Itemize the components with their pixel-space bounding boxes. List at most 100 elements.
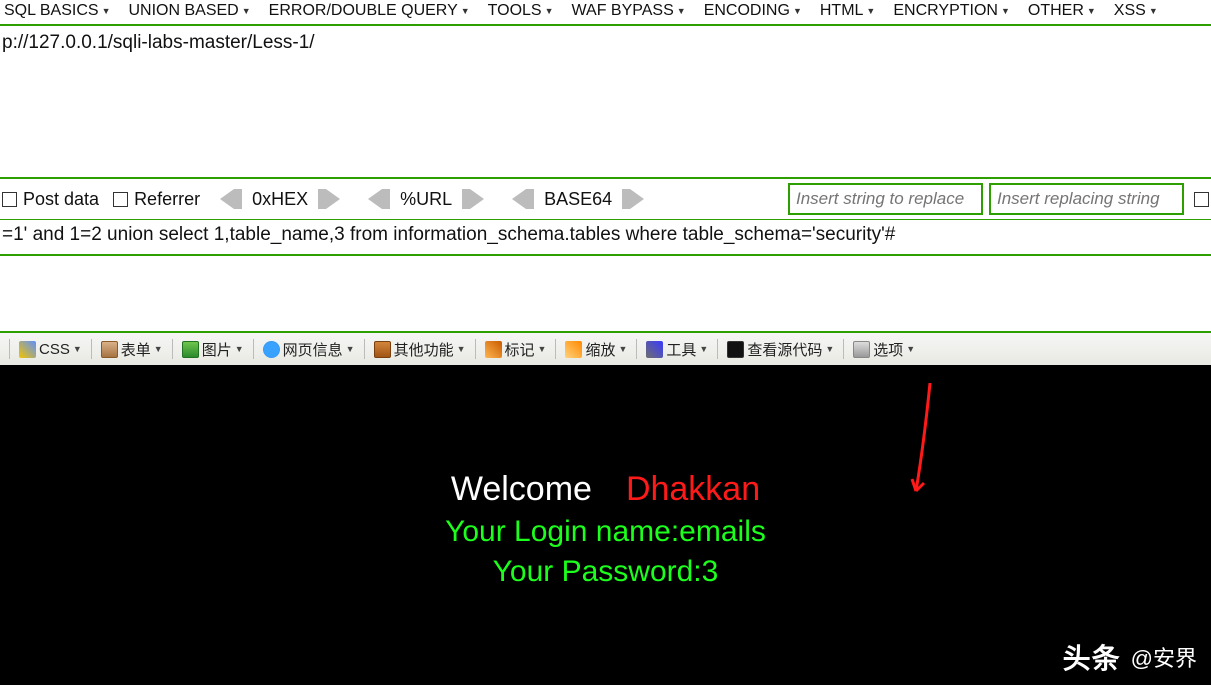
watermark: 头条 @安界 — [1063, 637, 1197, 677]
separator — [9, 339, 10, 359]
menu-html[interactable]: HTML ▼ — [820, 2, 875, 20]
toolbar-label: 缩放 — [585, 339, 615, 360]
chevron-down-icon: ▼ — [1149, 6, 1158, 16]
welcome-text: Welcome — [451, 470, 592, 509]
pencil-icon — [565, 341, 582, 358]
terminal-icon — [727, 341, 744, 358]
password-output: Your Password:3 — [0, 555, 1211, 589]
empty-space — [0, 256, 1211, 331]
page-info-button[interactable]: 网页信息 ▼ — [261, 338, 357, 361]
chevron-down-icon: ▼ — [346, 344, 355, 354]
tools-button[interactable]: 工具 ▼ — [644, 338, 710, 361]
devtools-toolbar: CSS ▼ 表单 ▼ 图片 ▼ 网页信息 ▼ 其他功能 ▼ 标记 ▼ 缩放 ▼ … — [0, 331, 1211, 365]
mark-tool-button[interactable]: 标记 ▼ — [483, 338, 549, 361]
page-content: Welcome Dhakkan Your Login name:emails Y… — [0, 365, 1211, 685]
top-menu-bar: SQL BASICS ▼ UNION BASED ▼ ERROR/DOUBLE … — [0, 0, 1211, 24]
menu-label: XSS — [1114, 2, 1146, 20]
replace-source-input[interactable] — [788, 183, 983, 215]
chevron-down-icon: ▼ — [154, 344, 163, 354]
options-button[interactable]: 选项 ▼ — [851, 338, 917, 361]
chevron-down-icon: ▼ — [677, 6, 686, 16]
button-label: %URL — [390, 189, 462, 210]
toolbar-label: 标记 — [505, 339, 535, 360]
toolbar-label: 查看源代码 — [747, 339, 822, 360]
checkbox-icon — [2, 192, 17, 207]
chevron-down-icon: ▼ — [618, 344, 627, 354]
query-text: =1' and 1=2 union select 1,table_name,3 … — [2, 224, 895, 245]
url-text: p://127.0.0.1/sqli-labs-master/Less-1/ — [2, 32, 315, 53]
chevron-down-icon: ▼ — [457, 344, 466, 354]
menu-label: TOOLS — [488, 2, 542, 20]
chevron-down-icon: ▼ — [1087, 6, 1096, 16]
view-source-button[interactable]: 查看源代码 ▼ — [725, 338, 836, 361]
toolbar-label: CSS — [39, 341, 70, 358]
separator — [364, 339, 365, 359]
zoom-tool-button[interactable]: 缩放 ▼ — [563, 338, 629, 361]
menu-error-double-query[interactable]: ERROR/DOUBLE QUERY ▼ — [269, 2, 470, 20]
replace-toggle-checkbox[interactable] — [1194, 192, 1209, 207]
menu-label: OTHER — [1028, 2, 1084, 20]
chevron-down-icon: ▼ — [102, 6, 111, 16]
gear-icon — [853, 341, 870, 358]
arrow-right-icon — [630, 189, 644, 209]
replace-target-input[interactable] — [989, 183, 1184, 215]
menu-label: ENCODING — [704, 2, 790, 20]
chevron-down-icon: ▼ — [699, 344, 708, 354]
form-tool-button[interactable]: 表单 ▼ — [99, 338, 165, 361]
separator — [636, 339, 637, 359]
separator — [555, 339, 556, 359]
hex-encode-button[interactable]: 0xHEX — [220, 189, 340, 210]
button-label: BASE64 — [534, 189, 622, 210]
checkbox-label-text: Referrer — [134, 189, 200, 210]
toolbar-label: 网页信息 — [283, 339, 343, 360]
toolbar-label: 工具 — [666, 339, 696, 360]
post-data-checkbox[interactable]: Post data — [2, 189, 99, 210]
book-icon — [374, 341, 391, 358]
menu-tools[interactable]: TOOLS ▼ — [488, 2, 554, 20]
url-encode-button[interactable]: %URL — [368, 189, 484, 210]
button-label: 0xHEX — [242, 189, 318, 210]
base64-encode-button[interactable]: BASE64 — [512, 189, 644, 210]
menu-encoding[interactable]: ENCODING ▼ — [704, 2, 802, 20]
chevron-down-icon: ▼ — [242, 6, 251, 16]
separator — [253, 339, 254, 359]
query-input[interactable]: =1' and 1=2 union select 1,table_name,3 … — [0, 219, 1211, 256]
arrow-right-icon — [326, 189, 340, 209]
separator — [717, 339, 718, 359]
annotation-arrow-icon — [910, 383, 934, 503]
menu-xss[interactable]: XSS ▼ — [1114, 2, 1158, 20]
wrench-icon — [646, 341, 663, 358]
referrer-checkbox[interactable]: Referrer — [113, 189, 200, 210]
separator — [843, 339, 844, 359]
user-name-text: Dhakkan — [626, 470, 760, 509]
menu-union-based[interactable]: UNION BASED ▼ — [128, 2, 250, 20]
chevron-down-icon: ▼ — [73, 344, 82, 354]
menu-encryption[interactable]: ENCRYPTION ▼ — [893, 2, 1010, 20]
separator — [91, 339, 92, 359]
image-icon — [182, 341, 199, 358]
wand-icon — [19, 341, 36, 358]
image-tool-button[interactable]: 图片 ▼ — [180, 338, 246, 361]
menu-label: SQL BASICS — [4, 2, 99, 20]
menu-sql-basics[interactable]: SQL BASICS ▼ — [4, 2, 110, 20]
css-tool-button[interactable]: CSS ▼ — [17, 340, 84, 359]
menu-waf-bypass[interactable]: WAF BYPASS ▼ — [572, 2, 686, 20]
info-icon — [263, 341, 280, 358]
arrow-right-icon — [470, 189, 484, 209]
pencil-icon — [485, 341, 502, 358]
other-tool-button[interactable]: 其他功能 ▼ — [372, 338, 468, 361]
menu-label: HTML — [820, 2, 864, 20]
chevron-down-icon: ▼ — [825, 344, 834, 354]
separator — [172, 339, 173, 359]
chevron-down-icon: ▼ — [545, 6, 554, 16]
url-input-row[interactable]: p://127.0.0.1/sqli-labs-master/Less-1/ — [0, 24, 1211, 62]
hackbar-controls: Post data Referrer 0xHEX %URL BASE64 — [0, 177, 1211, 219]
chevron-down-icon: ▼ — [1001, 6, 1010, 16]
checkbox-label-text: Post data — [23, 189, 99, 210]
menu-label: ERROR/DOUBLE QUERY — [269, 2, 458, 20]
welcome-heading: Welcome Dhakkan — [0, 470, 1211, 509]
arrow-left-icon — [220, 189, 234, 209]
menu-other[interactable]: OTHER ▼ — [1028, 2, 1096, 20]
chevron-down-icon: ▼ — [866, 6, 875, 16]
checkbox-icon — [113, 192, 128, 207]
